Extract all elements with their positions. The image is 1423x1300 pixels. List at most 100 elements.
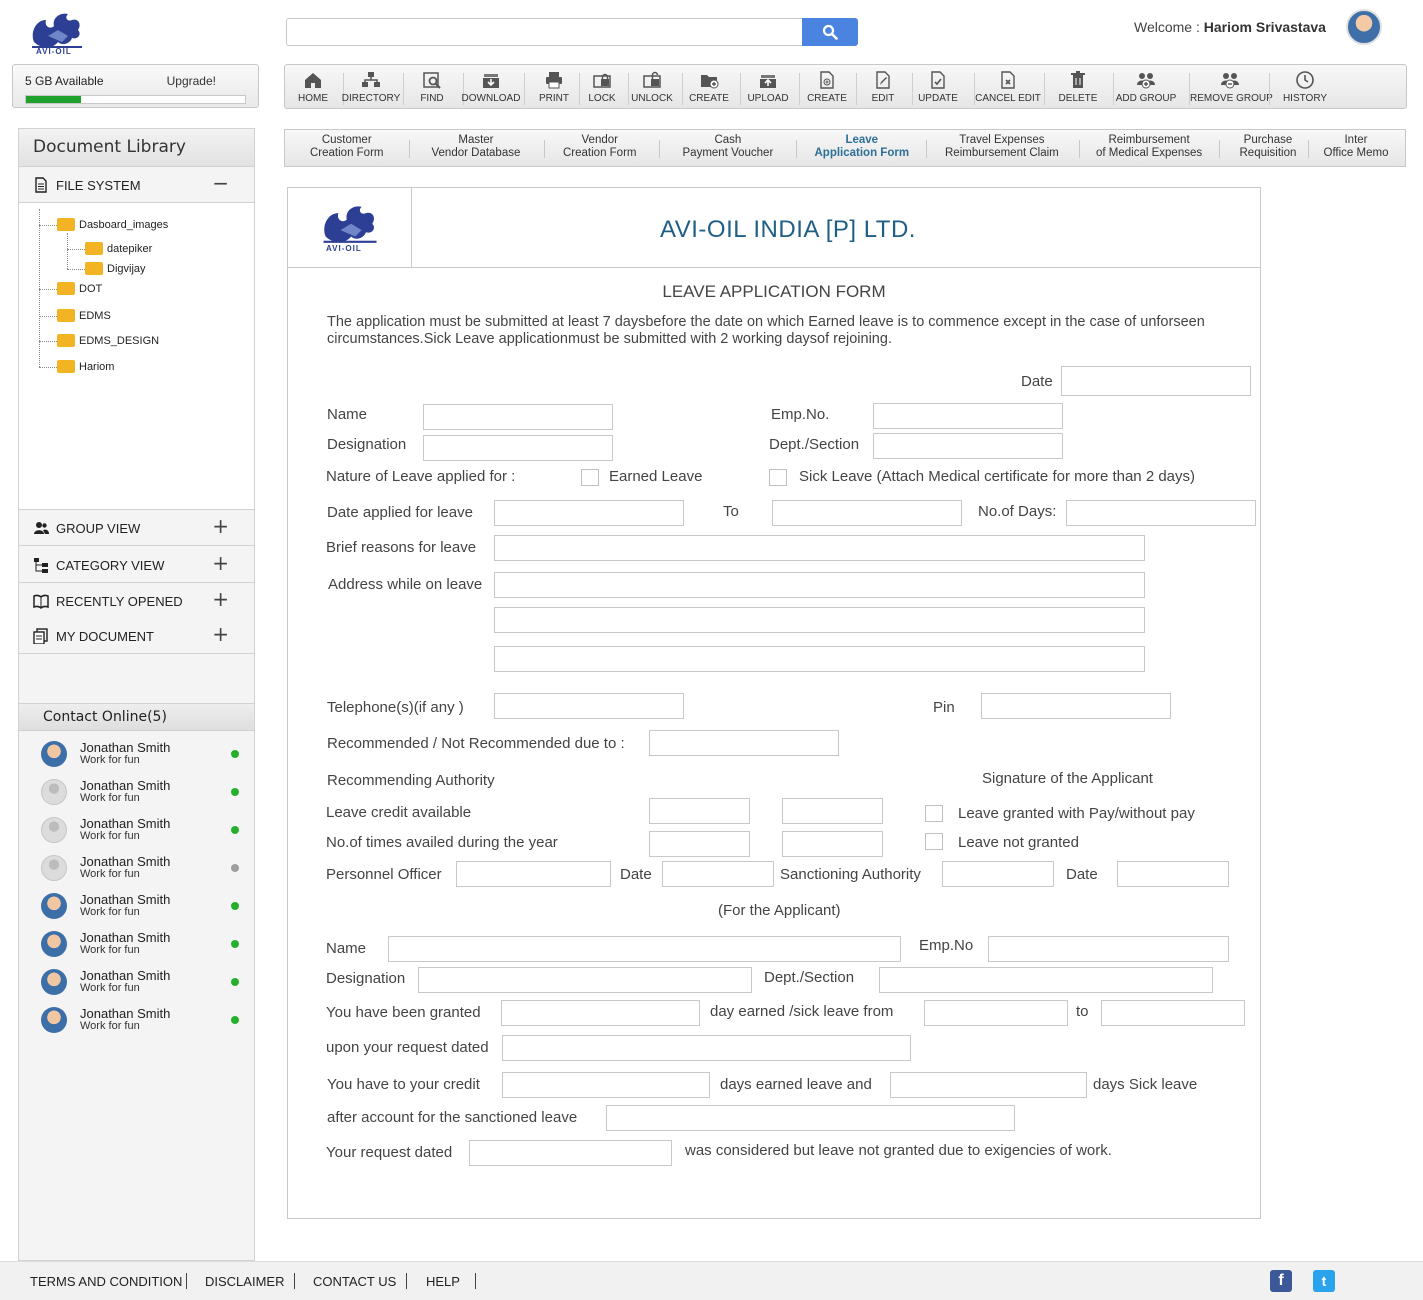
after-account-label: after account for the sanctioned leave: [327, 1109, 578, 1126]
granted-days-field[interactable]: [501, 1000, 700, 1026]
to-date-field[interactable]: [772, 500, 962, 526]
leave-credit-field-2[interactable]: [782, 798, 883, 824]
contact-item[interactable]: Jonathan Smith Work for fun: [19, 889, 254, 927]
expand-icon[interactable]: +: [212, 587, 229, 611]
recommended-field[interactable]: [649, 730, 839, 756]
sanctioning-authority-label: Sanctioning Authority: [780, 866, 921, 883]
recently-opened-section[interactable]: RECENTLY OPENED +: [19, 583, 254, 619]
toolbar-update-button[interactable]: UPDATE: [898, 65, 978, 108]
leave-credit-field-1[interactable]: [649, 798, 750, 824]
earned-leave-checkbox[interactable]: [581, 469, 599, 486]
form-logo: AVI-OIL: [288, 188, 412, 268]
sick-leave-checkbox[interactable]: [769, 469, 787, 486]
contact-item[interactable]: Jonathan Smith Work for fun: [19, 775, 254, 813]
twitter-icon[interactable]: t: [1313, 1270, 1335, 1292]
telephone-field[interactable]: [494, 693, 684, 719]
tab-cash-payment-voucher[interactable]: Cash Payment Voucher: [683, 134, 774, 160]
contact-item[interactable]: Jonathan Smith Work for fun: [19, 851, 254, 889]
tab-purchase-requisition[interactable]: Purchase Requisition: [1240, 134, 1297, 160]
category-icon: [34, 558, 48, 573]
tab-label-line2: Office Memo: [1323, 147, 1389, 159]
leave-credit-label: Leave credit available: [326, 804, 472, 821]
my-document-section[interactable]: MY DOCUMENT +: [19, 618, 254, 654]
search-button[interactable]: [802, 18, 858, 46]
group-view-section[interactable]: GROUP VIEW +: [19, 510, 254, 546]
company-logo[interactable]: AVI-OIL: [24, 8, 90, 60]
help-link[interactable]: HELP: [426, 1274, 460, 1289]
sanctioning-date-field[interactable]: [1117, 861, 1229, 887]
tab-vendor-creation-form[interactable]: Vendor Creation Form: [563, 134, 637, 160]
dept-field[interactable]: [873, 433, 1063, 459]
toolbar-add-group-button[interactable]: ADD GROUP: [1106, 65, 1186, 108]
no-days-field[interactable]: [1066, 500, 1256, 526]
sanctioning-authority-field[interactable]: [942, 861, 1054, 887]
facebook-icon[interactable]: f: [1270, 1270, 1292, 1292]
file-system-section[interactable]: FILE SYSTEM −: [19, 167, 254, 203]
emp-no-field[interactable]: [873, 403, 1063, 429]
disclaimer-link[interactable]: DISCLAIMER: [205, 1274, 284, 1289]
tab-customer-creation-form[interactable]: Customer Creation Form: [310, 134, 384, 160]
category-view-section[interactable]: CATEGORY VIEW +: [19, 547, 254, 583]
tree-folder[interactable]: EDMS: [57, 309, 111, 323]
tree-folder[interactable]: Hariom: [57, 360, 114, 374]
tab-inter-office-memo[interactable]: Inter Office Memo: [1324, 134, 1389, 160]
address-line1-field[interactable]: [494, 572, 1145, 598]
leave-to-field[interactable]: [1101, 1000, 1245, 1026]
toolbar-cancel-edit-button[interactable]: CANCEL EDIT: [968, 65, 1048, 108]
collapse-icon[interactable]: −: [212, 171, 229, 195]
name-field[interactable]: [423, 404, 613, 430]
contact-item[interactable]: Jonathan Smith Work for fun: [19, 737, 254, 775]
contact-item[interactable]: Jonathan Smith Work for fun: [19, 1003, 254, 1041]
applicant-designation-field[interactable]: [418, 967, 752, 993]
tree-folder[interactable]: DOT: [57, 282, 102, 296]
tab-travel-expenses-reimbursement-claim[interactable]: Travel Expenses Reimbursement Claim: [945, 134, 1059, 160]
granted-pay-checkbox[interactable]: [925, 805, 943, 822]
personnel-date-field[interactable]: [662, 861, 774, 887]
expand-icon[interactable]: +: [212, 622, 229, 646]
applicant-name-field[interactable]: [388, 936, 901, 962]
tab-master-vendor-database[interactable]: Master Vendor Database: [432, 134, 521, 160]
upon-request-field[interactable]: [502, 1035, 911, 1061]
contact-item[interactable]: Jonathan Smith Work for fun: [19, 965, 254, 1003]
tree-folder[interactable]: Dasboard_images: [57, 218, 168, 232]
after-account-field[interactable]: [606, 1105, 1015, 1131]
toolbar-remove-group-button[interactable]: REMOVE GROUP: [1190, 65, 1273, 108]
personnel-officer-field[interactable]: [456, 861, 611, 887]
contact-us-link[interactable]: CONTACT US: [313, 1274, 396, 1289]
expand-icon[interactable]: +: [212, 551, 229, 575]
applicant-emp-no-field[interactable]: [988, 936, 1229, 962]
tab-label-line1: Cash: [714, 134, 742, 146]
user-name[interactable]: Hariom Srivastava: [1204, 19, 1326, 35]
credit-earned-field[interactable]: [502, 1072, 710, 1098]
brief-reasons-field[interactable]: [494, 535, 1145, 561]
search-input[interactable]: [286, 18, 802, 46]
contact-item[interactable]: Jonathan Smith Work for fun: [19, 813, 254, 851]
toolbar-history-button[interactable]: HISTORY: [1265, 65, 1345, 108]
date-field[interactable]: [1061, 366, 1251, 396]
documents-icon: [33, 628, 48, 644]
contact-item[interactable]: Jonathan Smith Work for fun: [19, 927, 254, 965]
history-icon: [1296, 71, 1314, 89]
tab-reimbursement-of-medical-expenses[interactable]: Reimbursement of Medical Expenses: [1096, 134, 1202, 160]
tree-folder[interactable]: EDMS_DESIGN: [57, 334, 159, 348]
expand-icon[interactable]: +: [212, 514, 229, 538]
user-avatar[interactable]: [1346, 9, 1382, 45]
tree-folder[interactable]: datepiker: [85, 242, 152, 256]
address-line3-field[interactable]: [494, 646, 1145, 672]
upgrade-link[interactable]: Upgrade!: [167, 74, 216, 88]
leave-from-field[interactable]: [924, 1000, 1068, 1026]
designation-field[interactable]: [423, 435, 613, 461]
terms-link[interactable]: TERMS AND CONDITION: [30, 1274, 182, 1289]
not-granted-checkbox[interactable]: [925, 833, 943, 850]
times-availed-field-1[interactable]: [649, 831, 750, 857]
request-dated-field[interactable]: [469, 1140, 672, 1166]
tab-leave-application-form[interactable]: Leave Application Form: [815, 134, 910, 160]
applicant-dept-field[interactable]: [879, 967, 1213, 993]
date-applied-field[interactable]: [494, 500, 684, 526]
pin-field[interactable]: [981, 693, 1171, 719]
credit-sick-field[interactable]: [890, 1072, 1087, 1098]
lock-icon: [593, 73, 611, 88]
address-line2-field[interactable]: [494, 607, 1145, 633]
times-availed-field-2[interactable]: [782, 831, 883, 857]
tree-folder[interactable]: Digvijay: [85, 262, 146, 276]
